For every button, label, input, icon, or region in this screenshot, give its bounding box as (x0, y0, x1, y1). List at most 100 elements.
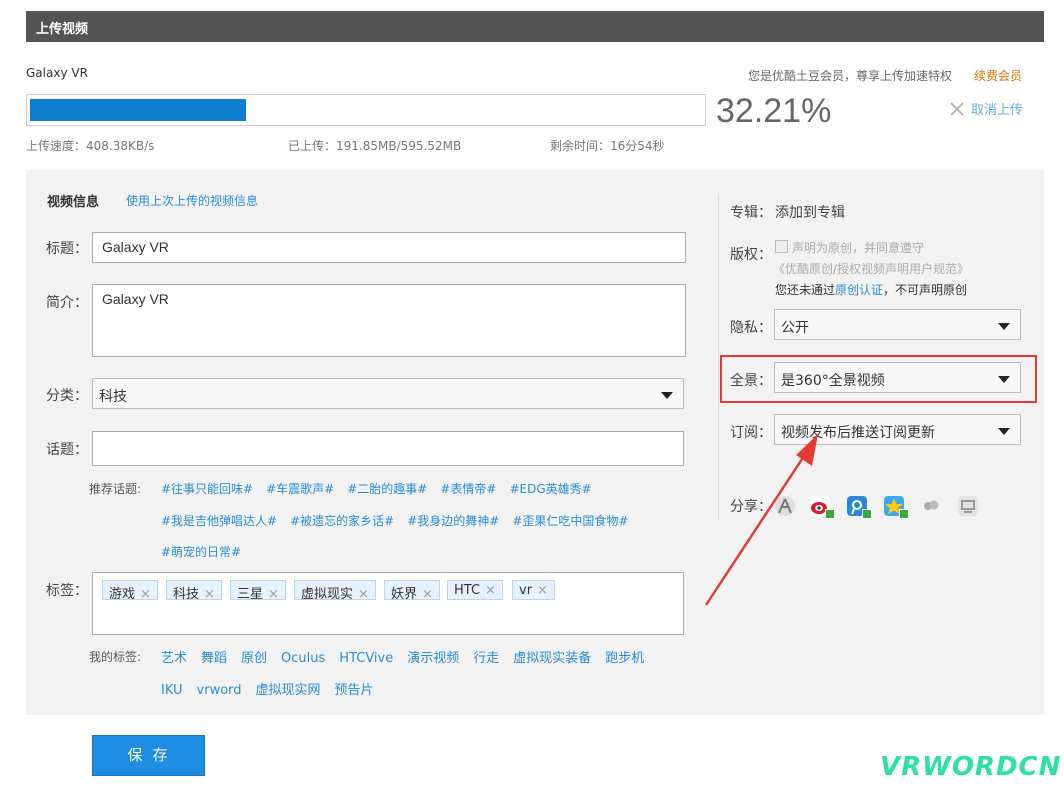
my-tag[interactable]: 舞蹈 (201, 651, 227, 666)
recommended-topic[interactable]: #表情帝# (440, 482, 496, 496)
recommended-topic[interactable]: #车震歌声# (266, 482, 334, 496)
recommended-topic[interactable]: #我是吉他弹唱达人# (161, 514, 277, 528)
tag-chip: 三星 × (230, 580, 286, 602)
tag-label: 游戏 (109, 587, 136, 602)
tag-remove-icon[interactable]: × (485, 583, 496, 598)
douban-icon (961, 500, 975, 513)
upload-filename: Galaxy VR (26, 66, 88, 80)
original-certification-link[interactable]: 原创认证 (835, 283, 883, 297)
tag-label: HTC (454, 583, 481, 598)
recommended-topics-row-2: #我是吉他弹唱达人# #被遗忘的家乡话# #我身边的舞神# #歪果仁吃中国食物# (161, 512, 642, 529)
uploaded-size: 已上传：191.85MB/595.52MB (288, 139, 462, 153)
intro-textarea[interactable]: Galaxy VR (92, 284, 686, 357)
my-tags-row-2: IKU vrword 虚拟现实网 预告片 (161, 679, 388, 698)
my-tag[interactable]: 行走 (473, 651, 499, 666)
my-tag[interactable]: HTCVive (339, 651, 393, 666)
tencent-weibo-share-icon[interactable] (847, 496, 872, 519)
cancel-upload-label: 取消上传 (971, 103, 1024, 118)
tag-label: 科技 (173, 587, 200, 602)
privacy-select[interactable]: 公开 (774, 309, 1021, 340)
topic-input[interactable] (92, 431, 684, 466)
close-icon (950, 101, 964, 116)
my-tag[interactable]: vrword (197, 683, 242, 698)
tag-chip: vr × (512, 580, 555, 600)
recommended-topic[interactable]: #我身边的舞神# (407, 514, 499, 528)
use-last-info-link[interactable]: 使用上次上传的视频信息 (126, 192, 258, 209)
recommended-topic[interactable]: #往事只能回味# (161, 482, 253, 496)
qzone-share-icon[interactable] (884, 496, 909, 519)
tag-remove-icon[interactable]: × (358, 587, 369, 602)
my-tag[interactable]: IKU (161, 683, 183, 698)
renren-share-icon[interactable] (921, 496, 941, 516)
copyright-note: 您还未通过原创认证，不可声明原创 (775, 281, 967, 298)
tag-remove-icon[interactable]: × (204, 587, 215, 602)
panorama-value: 是360°全景视频 (781, 373, 885, 389)
panorama-label: 全景： (730, 373, 772, 389)
chevron-down-icon (998, 376, 1010, 383)
recommended-topics-row-1: #往事只能回味# #车震歌声# #二胎的趣事# #表情帝# #EDG英雄秀# (161, 480, 605, 497)
chevron-down-icon (998, 323, 1010, 330)
recommended-topics-label: 推荐话题: (89, 482, 142, 496)
page-title: 上传视频 (36, 22, 89, 37)
category-select[interactable]: 科技 (92, 378, 684, 409)
my-tags-label: 我的标签: (89, 650, 142, 664)
chevron-down-icon (998, 428, 1010, 435)
tag-chip: HTC × (447, 580, 503, 600)
annotation-arrow-icon (704, 434, 818, 606)
my-tag[interactable]: Oculus (281, 651, 325, 666)
my-tag[interactable]: 原创 (241, 651, 267, 666)
remaining-time: 剩余时间：16分54秒 (550, 139, 665, 153)
tag-remove-icon[interactable]: × (268, 587, 279, 602)
recommended-topic[interactable]: #被遗忘的家乡话# (290, 514, 394, 528)
copyright-label: 版权： (730, 247, 772, 263)
upload-progress-fill (30, 99, 247, 121)
title-input[interactable]: Galaxy VR (92, 232, 686, 263)
category-label: 分类： (46, 388, 88, 404)
copyright-checkbox-label: 声明为原创，并同意遵守 (792, 241, 925, 255)
header-bar: 上传视频 (26, 11, 1044, 42)
recommended-topic[interactable]: #萌宠的日常# (161, 545, 241, 559)
section-title: 视频信息 (47, 195, 100, 210)
member-notice: 您是优酷土豆会员，尊享上传加速特权 (748, 69, 953, 83)
copyright-note-text: ，不可声明原创 (883, 283, 968, 297)
my-tag[interactable]: 虚拟现实装备 (513, 651, 591, 666)
tag-chip: 科技 × (166, 580, 222, 602)
upload-progress-bar (26, 94, 706, 126)
recommended-topic[interactable]: #二胎的趣事# (347, 482, 427, 496)
recommended-topics-row-3: #萌宠的日常# (161, 543, 254, 560)
my-tag[interactable]: 演示视频 (407, 651, 459, 666)
original-checkbox[interactable] (775, 240, 788, 253)
tag-remove-icon[interactable]: × (140, 587, 151, 602)
panorama-select[interactable]: 是360°全景视频 (774, 362, 1021, 393)
copyright-terms-link[interactable]: 《优酷原创/授权视频声明用户规范》 (773, 260, 969, 277)
upload-percent: 32.21% (716, 92, 832, 130)
tag-remove-icon[interactable]: × (537, 583, 548, 598)
chevron-down-icon (661, 392, 673, 399)
my-tag[interactable]: 跑步机 (605, 651, 644, 666)
tag-label: 妖界 (391, 587, 418, 602)
privacy-label: 隐私： (730, 320, 772, 336)
tag-label: 三星 (237, 587, 264, 602)
renew-member-link[interactable]: 续费会员 (974, 67, 1022, 84)
cancel-upload-button[interactable]: 取消上传 (950, 99, 1023, 118)
tag-chip: 妖界 × (384, 580, 440, 602)
recommended-topic[interactable]: #歪果仁吃中国食物# (512, 514, 628, 528)
upload-speed: 上传速度：408.38KB/s (26, 139, 155, 153)
tag-label: 虚拟现实 (301, 587, 354, 602)
my-tag[interactable]: 艺术 (161, 651, 187, 666)
my-tag[interactable]: 预告片 (335, 683, 374, 698)
album-label: 专辑： (730, 205, 772, 221)
recommended-topic[interactable]: #EDG英雄秀# (510, 482, 592, 496)
my-tag[interactable]: 虚拟现实网 (256, 683, 321, 698)
copyright-note-text: 您还未通过 (775, 283, 836, 297)
douban-share-icon[interactable] (958, 496, 978, 516)
check-badge-icon (862, 509, 872, 519)
watermark-logo: VRWORDCN (880, 752, 1062, 782)
save-button[interactable]: 保存 (92, 735, 205, 776)
privacy-value: 公开 (781, 320, 809, 336)
add-to-album-link[interactable]: 添加到专辑 (775, 202, 845, 222)
intro-label: 简介： (46, 295, 88, 311)
tag-remove-icon[interactable]: × (422, 587, 433, 602)
topic-label: 话题： (46, 442, 88, 458)
tag-chip: 虚拟现实 × (294, 580, 376, 602)
